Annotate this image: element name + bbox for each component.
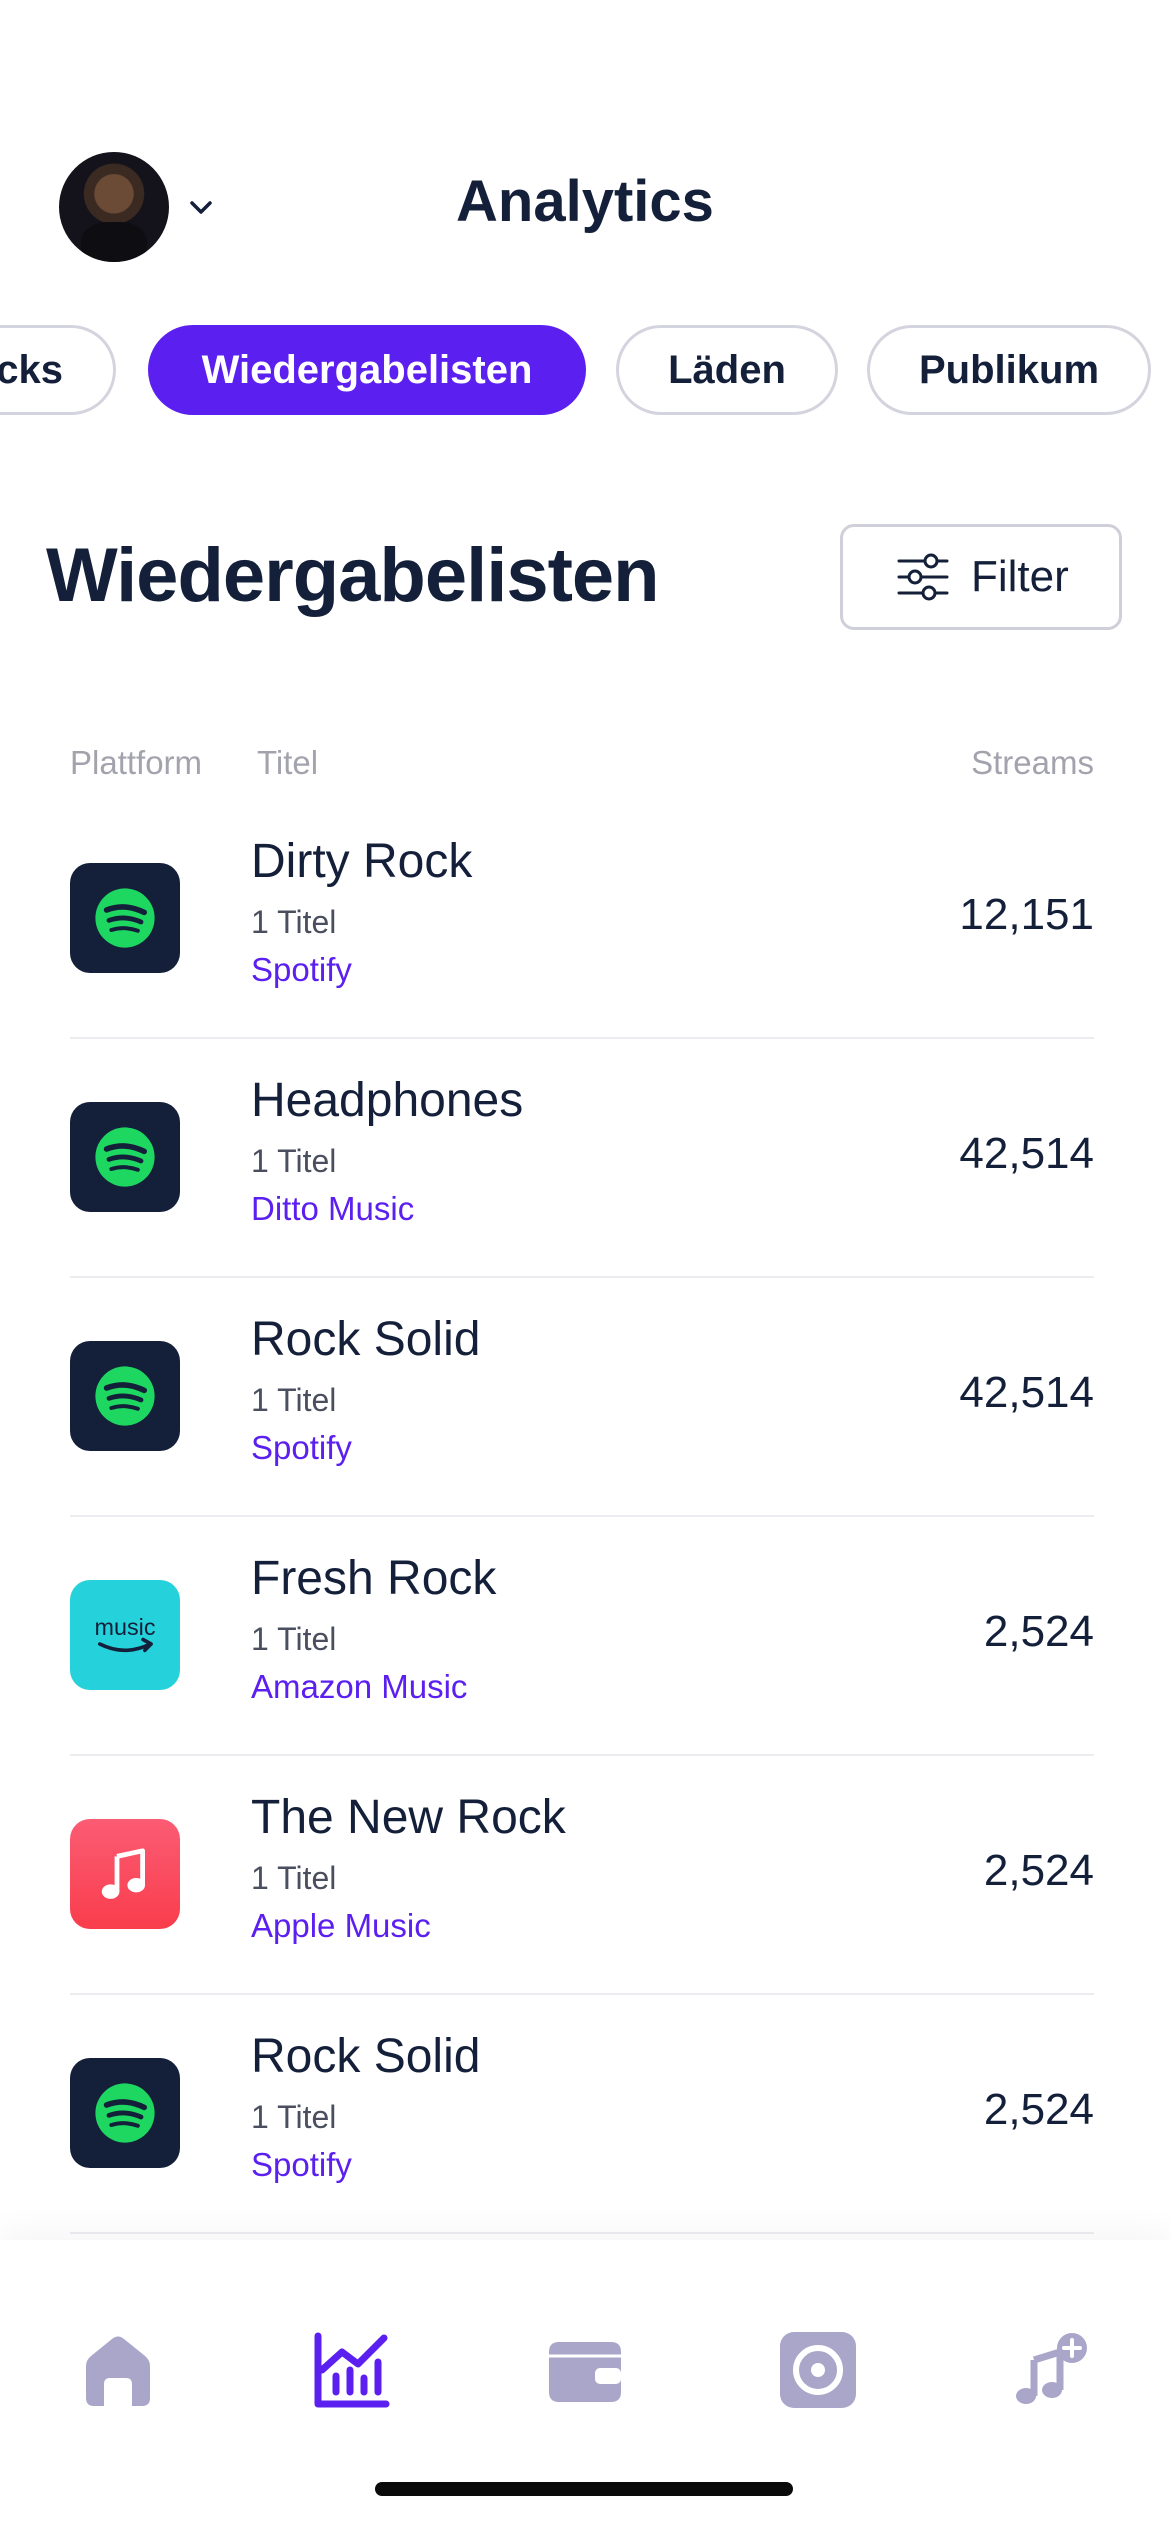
tab-publikum[interactable]: Publikum — [867, 325, 1151, 415]
track-count: 1 Titel — [251, 1860, 337, 1896]
tab-wiedergabelisten[interactable]: Wiedergabelisten — [148, 325, 586, 415]
home-indicator — [375, 2482, 793, 2496]
sliders-icon — [897, 553, 949, 601]
stream-count: 2,524 — [983, 1846, 1094, 1895]
nav-home[interactable] — [78, 2330, 158, 2410]
stream-count: 2,524 — [983, 2085, 1094, 2134]
platform-name: Spotify — [251, 1429, 352, 1466]
tab-laeden-label: Läden — [668, 347, 786, 392]
nav-add-music[interactable] — [1010, 2330, 1090, 2410]
add-music-icon — [1016, 2333, 1087, 2404]
column-header-streams: Streams — [971, 744, 1094, 781]
spotify-icon — [70, 863, 180, 973]
stream-count: 42,514 — [959, 1368, 1094, 1417]
analytics-icon — [314, 2332, 390, 2408]
tab-tracks[interactable]: cks — [0, 325, 116, 415]
platform-name: Spotify — [251, 951, 352, 988]
tab-publikum-label: Publikum — [918, 347, 1100, 392]
wallet-icon — [549, 2342, 621, 2402]
track-count: 1 Titel — [251, 1143, 337, 1179]
platform-name: Apple Music — [251, 1907, 431, 1944]
table-row[interactable]: Dirty Rock 1 Titel Spotify 12,151 — [0, 800, 1170, 1039]
tab-wiedergabelisten-label: Wiedergabelisten — [201, 347, 533, 392]
track-count: 1 Titel — [251, 1621, 337, 1657]
section-title: Wiedergabelisten — [46, 533, 660, 618]
stream-count: 2,524 — [983, 1607, 1094, 1656]
amazon-music-icon: music — [70, 1580, 180, 1690]
tab-laeden[interactable]: Läden — [616, 325, 838, 415]
playlist-title: The New Rock — [251, 1791, 566, 1844]
spotify-icon — [70, 2058, 180, 2168]
tab-bar: cks Wiedergabelisten Läden Publikum — [0, 325, 1170, 417]
spotify-icon — [70, 1341, 180, 1451]
filter-button[interactable]: Filter — [840, 524, 1122, 630]
tab-tracks-label: cks — [0, 347, 63, 392]
stream-count: 42,514 — [959, 1129, 1094, 1178]
apple-music-icon — [70, 1819, 180, 1929]
page-title: Analytics — [456, 169, 714, 234]
column-header-title: Titel — [257, 744, 319, 781]
spotify-icon — [70, 1102, 180, 1212]
stream-count: 12,151 — [959, 890, 1094, 939]
playlist-title: Fresh Rock — [251, 1552, 497, 1605]
home-icon — [86, 2336, 150, 2406]
platform-name: Ditto Music — [251, 1190, 415, 1227]
playlist-title: Dirty Rock — [251, 835, 473, 888]
table-row[interactable]: Rock Solid 1 Titel Spotify 42,514 — [0, 1278, 1170, 1517]
track-count: 1 Titel — [251, 904, 337, 940]
table-row[interactable]: music Fresh Rock 1 Titel Amazon Music 2,… — [0, 1517, 1170, 1756]
nav-analytics[interactable] — [312, 2330, 392, 2410]
nav-wallet[interactable] — [545, 2330, 625, 2410]
release-icon — [780, 2332, 856, 2408]
track-count: 1 Titel — [251, 1382, 337, 1418]
svg-text:music: music — [94, 1614, 155, 1640]
platform-name: Amazon Music — [251, 1668, 468, 1705]
playlist-title: Rock Solid — [251, 2030, 481, 2083]
filter-label: Filter — [971, 552, 1069, 601]
table-row[interactable]: Rock Solid 1 Titel Spotify 2,524 — [0, 1995, 1170, 2234]
header: Analytics — [0, 0, 1170, 300]
table-row[interactable]: The New Rock 1 Titel Apple Music 2,524 — [0, 1756, 1170, 1995]
table-row[interactable]: Headphones 1 Titel Ditto Music 42,514 — [0, 1039, 1170, 1278]
playlist-title: Rock Solid — [251, 1313, 481, 1366]
nav-release[interactable] — [778, 2330, 858, 2410]
track-count: 1 Titel — [251, 2099, 337, 2135]
column-header-platform: Plattform — [70, 744, 203, 781]
playlist-title: Headphones — [251, 1074, 524, 1127]
platform-name: Spotify — [251, 2146, 352, 2183]
playlist-list: Dirty Rock 1 Titel Spotify 12,151 Headph… — [0, 800, 1170, 2234]
